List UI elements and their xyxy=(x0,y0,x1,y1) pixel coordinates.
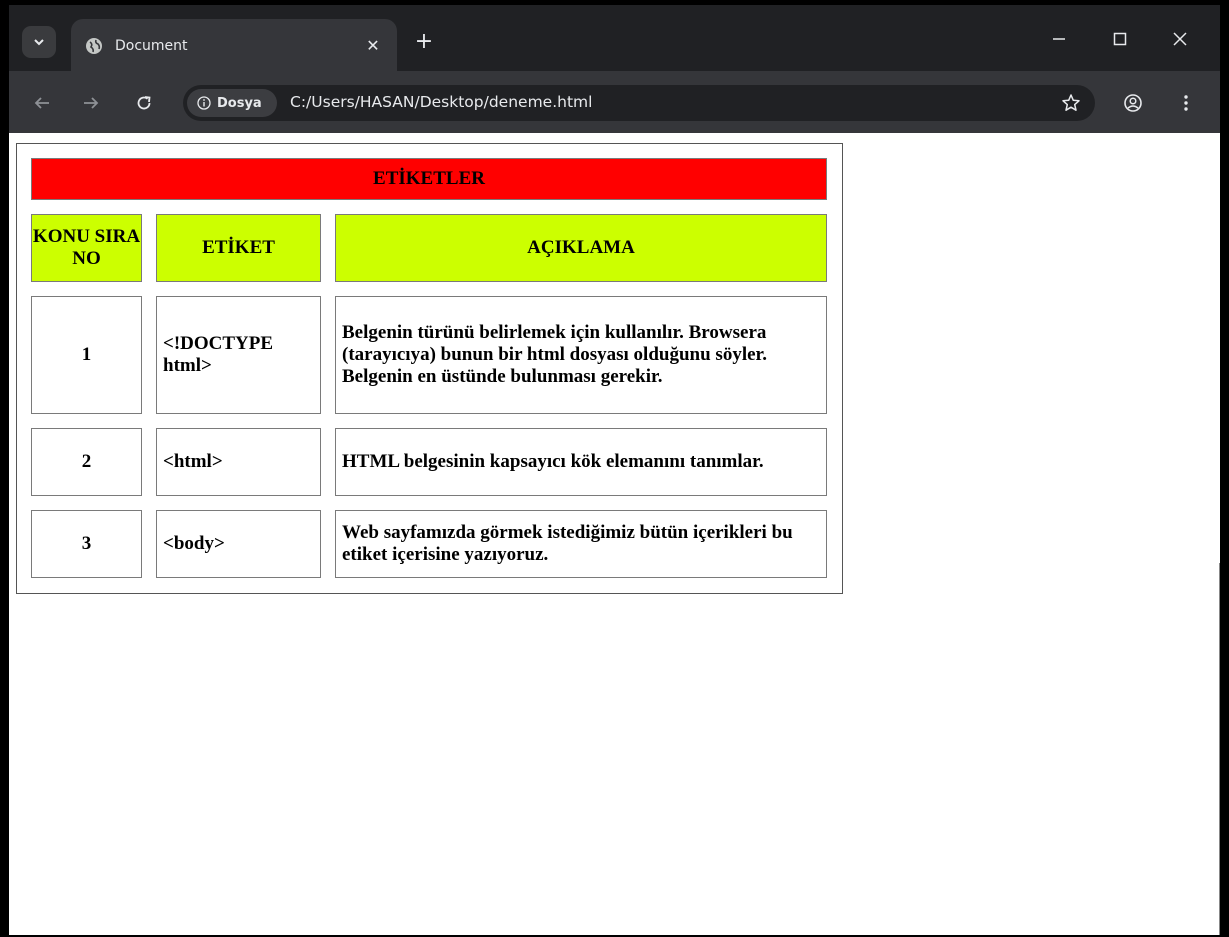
row-2-desc: HTML belgesinin kapsayıcı kök elemanını … xyxy=(335,428,827,496)
tags-table: ETİKETLER KONU SIRA NO ETİKET AÇIKLAMA 1… xyxy=(16,143,843,594)
row-3-no: 3 xyxy=(31,510,142,578)
tab-search-button[interactable] xyxy=(22,26,56,58)
browser-window: Document ✕ + Dosya C:/Users/HASAN/Deskto… xyxy=(0,0,1229,937)
row-1-desc: Belgenin türünü belirlemek için kullanıl… xyxy=(335,296,827,414)
reload-button[interactable] xyxy=(129,88,159,118)
profile-button[interactable] xyxy=(1118,88,1148,118)
back-icon xyxy=(34,97,49,109)
address-bar[interactable]: Dosya C:/Users/HASAN/Desktop/deneme.html xyxy=(183,85,1095,121)
maximize-icon xyxy=(1113,32,1127,46)
scrollbar[interactable] xyxy=(1219,563,1220,935)
bookmark-button[interactable] xyxy=(1056,88,1086,118)
browser-toolbar: Dosya C:/Users/HASAN/Desktop/deneme.html xyxy=(9,71,1220,133)
forward-button[interactable] xyxy=(76,88,106,118)
site-info-chip[interactable]: Dosya xyxy=(187,89,277,117)
close-window-button[interactable] xyxy=(1154,19,1206,59)
security-chip-label: Dosya xyxy=(217,95,262,111)
page-viewport: ETİKETLER KONU SIRA NO ETİKET AÇIKLAMA 1… xyxy=(9,133,1220,935)
close-window-icon xyxy=(1173,32,1187,46)
tab-strip: Document ✕ + xyxy=(9,5,1220,71)
header-aciklama: AÇIKLAMA xyxy=(335,214,827,282)
browser-frame: Document ✕ + Dosya C:/Users/HASAN/Deskto… xyxy=(9,5,1220,935)
row-3-tag: <body> xyxy=(156,510,321,578)
row-1-no: 1 xyxy=(31,296,142,414)
reload-icon xyxy=(137,96,151,110)
tab-document[interactable]: Document ✕ xyxy=(71,19,397,71)
maximize-button[interactable] xyxy=(1094,19,1146,59)
row-3-desc: Web sayfamızda görmek istediğimiz bütün … xyxy=(335,510,827,578)
header-konu-sira-no: KONU SIRA NO xyxy=(31,214,142,282)
url-text[interactable]: C:/Users/HASAN/Desktop/deneme.html xyxy=(290,93,592,111)
kebab-menu-icon xyxy=(1184,95,1188,111)
menu-button[interactable] xyxy=(1171,88,1201,118)
minimize-icon xyxy=(1053,38,1065,40)
header-etiket: ETİKET xyxy=(156,214,321,282)
profile-icon xyxy=(1124,94,1142,112)
info-icon xyxy=(197,96,211,110)
star-icon xyxy=(1062,94,1080,111)
minimize-button[interactable] xyxy=(1033,19,1085,59)
back-button[interactable] xyxy=(27,88,57,118)
row-2-no: 2 xyxy=(31,428,142,496)
row-2-tag: <html> xyxy=(156,428,321,496)
chevron-down-icon xyxy=(34,39,44,46)
new-tab-button[interactable]: + xyxy=(410,27,438,55)
globe-icon xyxy=(86,38,102,54)
row-1-tag: <!DOCTYPE html> xyxy=(156,296,321,414)
forward-icon xyxy=(84,97,99,109)
table-title: ETİKETLER xyxy=(31,158,827,200)
tab-title: Document xyxy=(115,38,188,54)
close-tab-icon[interactable]: ✕ xyxy=(363,35,383,55)
